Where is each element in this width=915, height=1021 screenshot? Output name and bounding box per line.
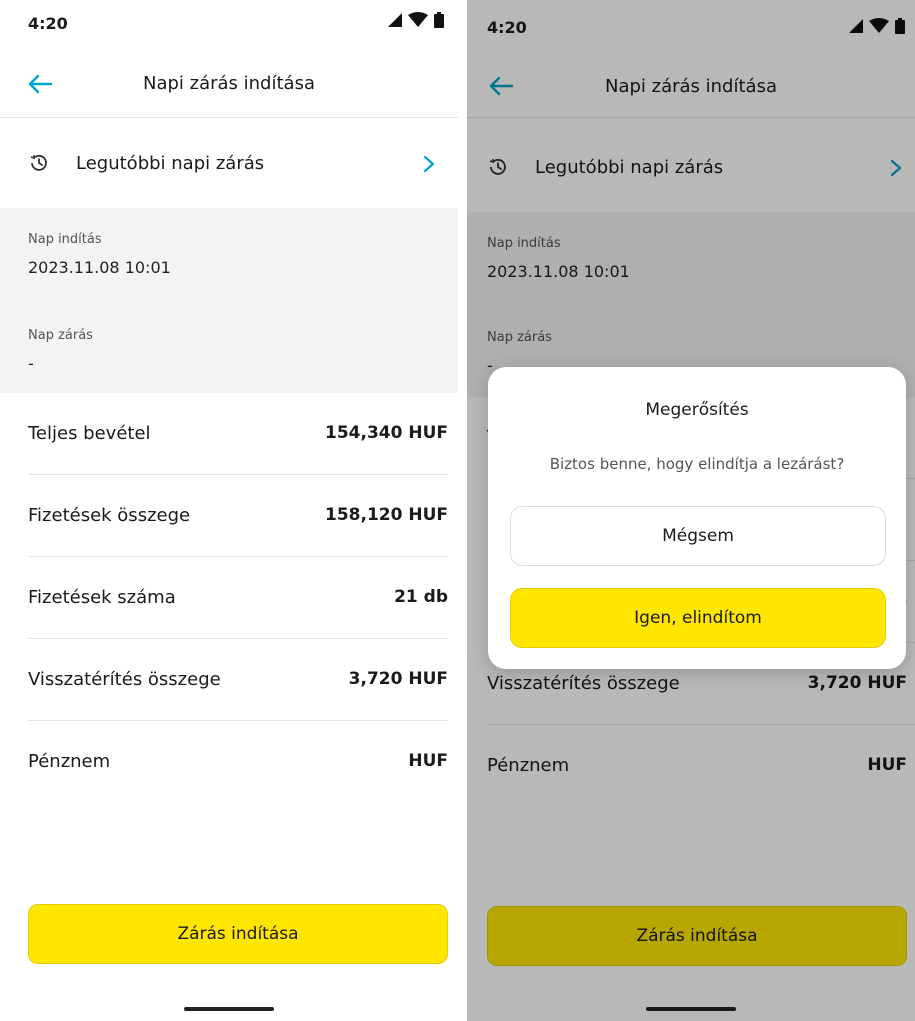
wifi-icon	[408, 12, 428, 27]
dialog-message: Biztos benne, hogy elindítja a lezárást?	[549, 455, 845, 473]
summary-value: 3,720 HUF	[348, 669, 448, 689]
screen-confirm: 4:20 Napi zárás indítása Legutóbbi napi …	[467, 0, 915, 1021]
summary-value: 158,120 HUF	[325, 505, 448, 525]
chevron-right-icon	[423, 155, 435, 173]
dialog-title: Megerősítés	[645, 400, 749, 420]
summary-label: Fizetések összege	[28, 505, 191, 526]
summary-row-payments-count: Fizetések száma 21 db	[28, 557, 448, 639]
screen-main: 4:20 Napi zárás indítása Legutóbbi napi …	[0, 0, 458, 1021]
summary-label: Teljes bevétel	[28, 423, 151, 444]
recent-close-link[interactable]: Legutóbbi napi zárás	[0, 118, 458, 208]
summary-row-refund-sum: Visszatérítés összege 3,720 HUF	[28, 639, 448, 721]
signal-icon	[388, 13, 402, 27]
history-icon	[30, 155, 47, 171]
status-icons	[386, 12, 444, 28]
summary-label: Pénznem	[28, 751, 111, 772]
day-info-panel: Nap indítás 2023.11.08 10:01 Nap zárás -	[0, 208, 458, 393]
recent-close-label: Legutóbbi napi zárás	[76, 153, 265, 174]
day-close-value: -	[28, 354, 34, 373]
summary-value: 154,340 HUF	[325, 423, 448, 443]
app-bar: Napi zárás indítása	[0, 48, 458, 118]
start-close-button[interactable]: Zárás indítása	[28, 904, 448, 964]
status-bar: 4:20	[0, 0, 458, 48]
cancel-button[interactable]: Mégsem	[510, 506, 886, 566]
day-start-label: Nap indítás	[28, 232, 102, 247]
summary-value: HUF	[408, 751, 448, 771]
summary-value: 21 db	[394, 587, 448, 607]
summary-label: Visszatérítés összege	[28, 669, 221, 690]
status-time: 4:20	[28, 14, 68, 33]
day-start-value: 2023.11.08 10:01	[28, 258, 171, 277]
summary-label: Fizetések száma	[28, 587, 176, 608]
summary-row-total-revenue: Teljes bevétel 154,340 HUF	[28, 393, 448, 475]
page-title: Napi zárás indítása	[143, 73, 315, 94]
confirm-dialog: Megerősítés Biztos benne, hogy elindítja…	[488, 367, 906, 669]
summary-row-payments-sum: Fizetések összege 158,120 HUF	[28, 475, 448, 557]
confirm-button[interactable]: Igen, elindítom	[510, 588, 886, 648]
summary-row-currency: Pénznem HUF	[28, 721, 448, 803]
home-indicator[interactable]	[184, 1007, 274, 1011]
screen-divider	[458, 0, 467, 1021]
battery-icon	[434, 12, 444, 28]
day-close-label: Nap zárás	[28, 328, 93, 343]
